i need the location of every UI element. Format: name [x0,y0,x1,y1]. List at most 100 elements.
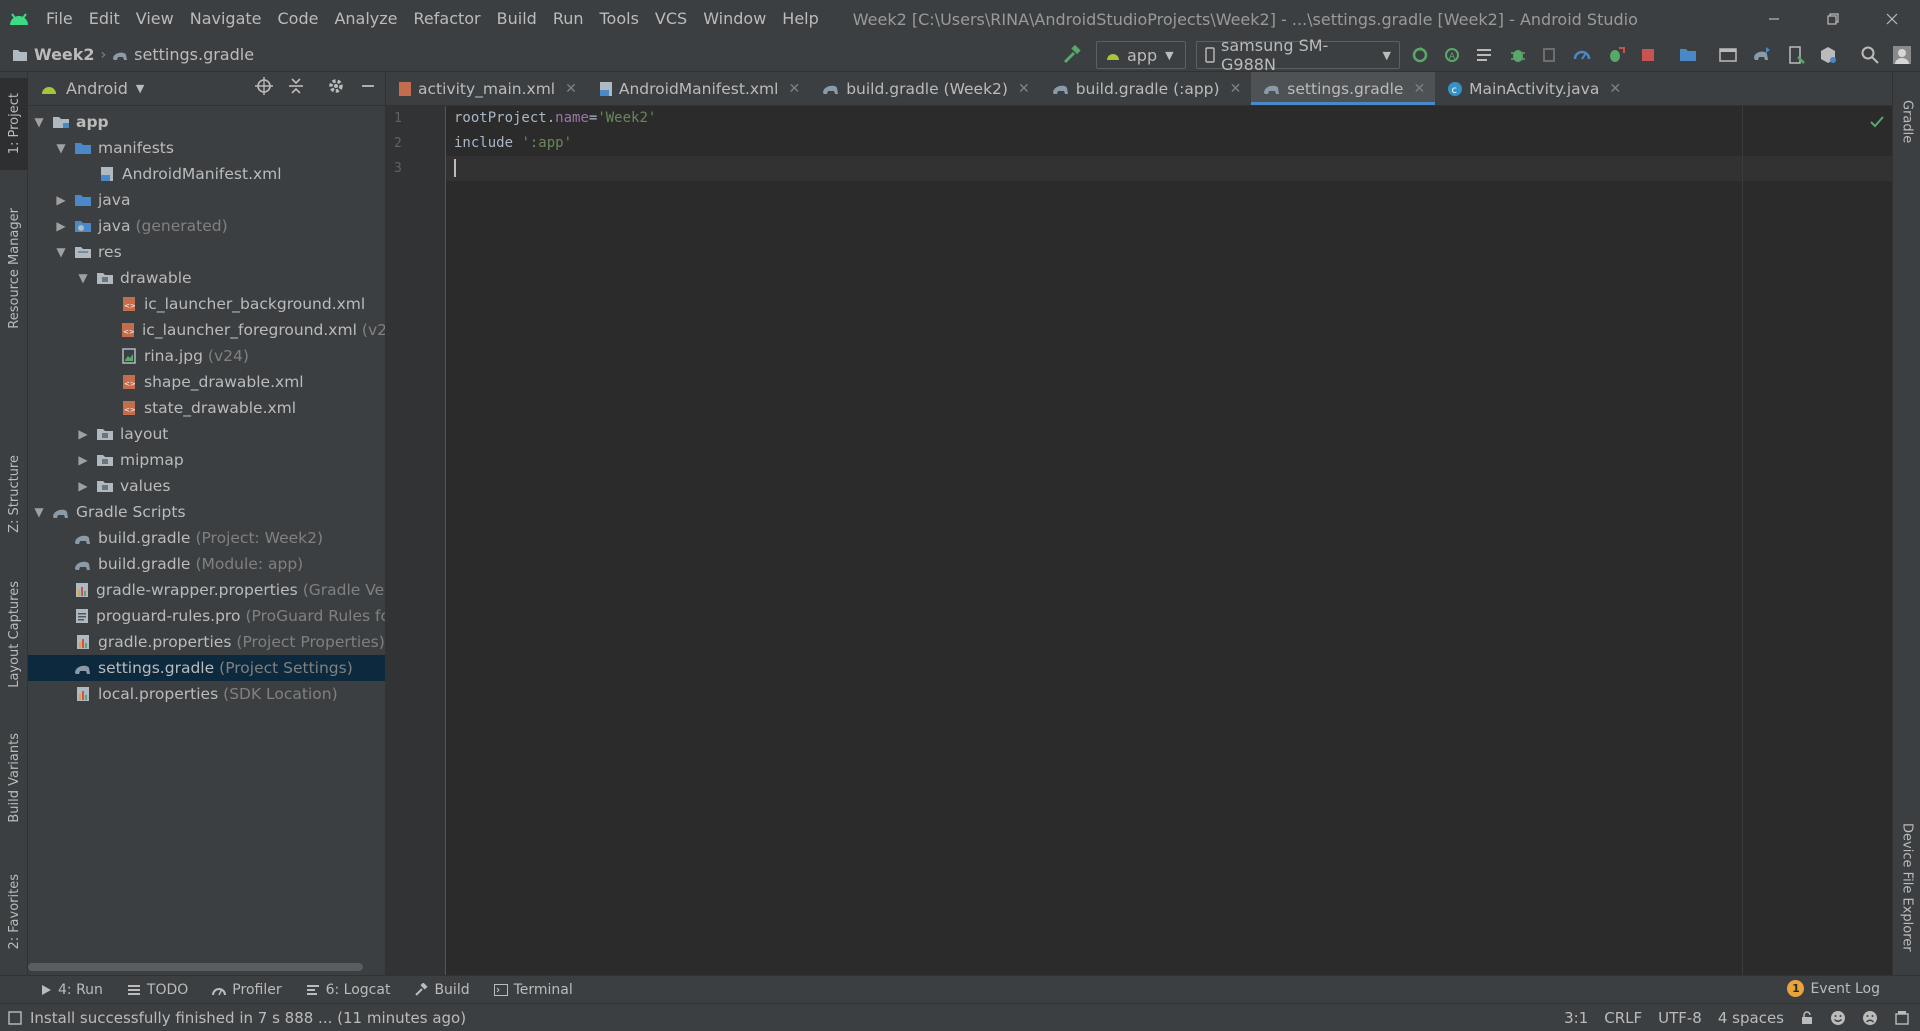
tree-item-java[interactable]: ▶ java [28,187,385,213]
code-editor[interactable]: rootProject.name='Week2' include ':app' [446,106,1892,975]
menu-view[interactable]: View [128,0,182,38]
collapsed-arrow-icon[interactable]: ▶ [76,453,90,467]
close-tab-icon[interactable]: ✕ [788,81,800,97]
tool-tab-gradle[interactable]: Gradle [1893,82,1920,162]
account-avatar-icon[interactable] [1890,43,1914,67]
menu-refactor[interactable]: Refactor [406,0,489,38]
tree-item-androidmanifest[interactable]: AndroidManifest.xml [28,161,385,187]
tree-item-build-gradle-project[interactable]: build.gradle (Project: Week2) [28,525,385,551]
collapsed-arrow-icon[interactable]: ▶ [76,479,90,493]
profile-gauge-icon[interactable] [1570,43,1594,67]
menu-navigate[interactable]: Navigate [182,0,270,38]
project-view-selector[interactable]: Android [66,79,128,98]
collapsed-arrow-icon[interactable]: ▶ [54,219,68,233]
tree-item-drawable[interactable]: ▼ drawable [28,265,385,291]
tab-build-gradle-project[interactable]: build.gradle (Week2) ✕ [810,72,1040,105]
menu-edit[interactable]: Edit [81,0,128,38]
indent-setting[interactable]: 4 spaces [1718,1009,1784,1027]
minimize-button[interactable] [1746,0,1802,38]
event-log-button[interactable]: 1 Event Log [1787,980,1880,997]
menu-build[interactable]: Build [489,0,545,38]
device-manager-icon[interactable] [1816,43,1840,67]
tree-item-layout[interactable]: ▶ layout [28,421,385,447]
tool-todo[interactable]: TODO [127,982,188,998]
tool-tab-resource-manager[interactable]: Resource Manager [0,198,28,338]
locate-file-icon[interactable] [255,77,273,95]
collapsed-arrow-icon[interactable]: ▶ [54,193,68,207]
close-tab-icon[interactable]: ✕ [1413,81,1425,97]
menu-analyze[interactable]: Analyze [326,0,405,38]
tool-run[interactable]: 4: Run [40,982,103,998]
tree-item-manifests[interactable]: ▼ manifests [28,135,385,161]
stop-icon[interactable] [1636,43,1660,67]
tool-build[interactable]: Build [414,982,470,998]
tool-tab-structure[interactable]: Z: Structure [0,444,28,544]
tree-item-app[interactable]: ▼ app [28,109,385,135]
tab-mainactivity-java[interactable]: c MainActivity.java ✕ [1435,72,1631,105]
close-tab-icon[interactable]: ✕ [565,81,577,97]
avd-manager-icon[interactable] [1716,43,1740,67]
tree-item-values[interactable]: ▶ values [28,473,385,499]
menu-file[interactable]: File [38,0,81,38]
file-encoding[interactable]: UTF-8 [1658,1009,1702,1027]
device-selector[interactable]: samsung SM-G988N ▼ [1196,36,1400,74]
close-tab-icon[interactable]: ✕ [1230,81,1242,97]
tree-item-ic-launcher-foreground[interactable]: <> ic_launcher_foreground.xml (v24) [28,317,385,343]
tree-item-shape-drawable[interactable]: <> shape_drawable.xml [28,369,385,395]
tree-item-res[interactable]: ▼ res [28,239,385,265]
tree-item-mipmap[interactable]: ▶ mipmap [28,447,385,473]
line-separator[interactable]: CRLF [1604,1009,1642,1027]
coverage-icon[interactable] [1472,43,1496,67]
tree-item-settings-gradle[interactable]: settings.gradle (Project Settings) [28,655,385,681]
tab-build-gradle-app[interactable]: build.gradle (:app) ✕ [1040,72,1252,105]
status-message[interactable]: Install successfully finished in 7 s 888… [30,1009,466,1027]
tool-logcat[interactable]: 6: Logcat [306,982,390,998]
toggle-tool-windows-icon[interactable] [8,1010,22,1025]
apply-code-changes-icon[interactable]: A [1440,43,1464,67]
tree-item-proguard-rules[interactable]: proguard-rules.pro (ProGuard Rules for a… [28,603,385,629]
debug-bug-icon[interactable] [1506,43,1530,67]
apply-changes-restart-icon[interactable] [1408,43,1432,67]
expanded-arrow-icon[interactable]: ▼ [76,271,90,285]
horizontal-scrollbar[interactable] [28,963,363,971]
tab-androidmanifest-xml[interactable]: AndroidManifest.xml ✕ [587,72,810,105]
tool-tab-project[interactable]: 1: Project [0,78,28,170]
tool-terminal[interactable]: Terminal [493,982,573,998]
restore-button[interactable] [1805,0,1861,38]
breadcrumb-project[interactable]: Week2 [34,45,95,64]
close-tab-icon[interactable]: ✕ [1609,81,1621,97]
expanded-arrow-icon[interactable]: ▼ [54,141,68,155]
menu-run[interactable]: Run [545,0,592,38]
happy-face-icon[interactable] [1830,1010,1846,1026]
expanded-arrow-icon[interactable]: ▼ [54,245,68,259]
tool-tab-device-file-explorer[interactable]: Device File Explorer [1893,802,1920,972]
tool-profiler[interactable]: Profiler [212,982,282,998]
tree-item-local-properties[interactable]: local.properties (SDK Location) [28,681,385,707]
menu-tools[interactable]: Tools [592,0,647,38]
sad-face-icon[interactable] [1862,1010,1878,1026]
search-icon[interactable] [1858,43,1882,67]
breadcrumb-file[interactable]: settings.gradle [134,45,254,64]
tool-tab-layout-captures[interactable]: Layout Captures [0,572,28,696]
project-structure-icon[interactable] [1676,43,1700,67]
sync-gradle-icon[interactable] [1750,43,1774,67]
make-project-hammer-icon[interactable] [1060,43,1084,67]
attach-debugger-icon[interactable] [1604,43,1628,67]
tree-item-gradle-wrapper-properties[interactable]: gradle-wrapper.properties (Gradle Versio… [28,577,385,603]
sdk-manager-icon[interactable] [1784,43,1808,67]
close-tab-icon[interactable]: ✕ [1018,81,1030,97]
tool-tab-favorites[interactable]: 2: Favorites [0,862,28,962]
caret-position[interactable]: 3:1 [1564,1009,1588,1027]
tab-settings-gradle[interactable]: settings.gradle ✕ [1251,72,1436,105]
hide-panel-icon[interactable] [359,77,377,95]
tree-item-build-gradle-module[interactable]: build.gradle (Module: app) [28,551,385,577]
gear-icon[interactable] [327,77,345,95]
tree-item-java-generated[interactable]: ▶ java (generated) [28,213,385,239]
menu-vcs[interactable]: VCS [647,0,695,38]
lock-icon[interactable] [1800,1011,1814,1025]
expanded-arrow-icon[interactable]: ▼ [32,115,46,129]
tab-activity-main-xml[interactable]: activity_main.xml ✕ [386,72,587,105]
tree-item-state-drawable[interactable]: <> state_drawable.xml [28,395,385,421]
collapsed-arrow-icon[interactable]: ▶ [76,427,90,441]
run-config-selector[interactable]: app ▼ [1096,41,1186,69]
